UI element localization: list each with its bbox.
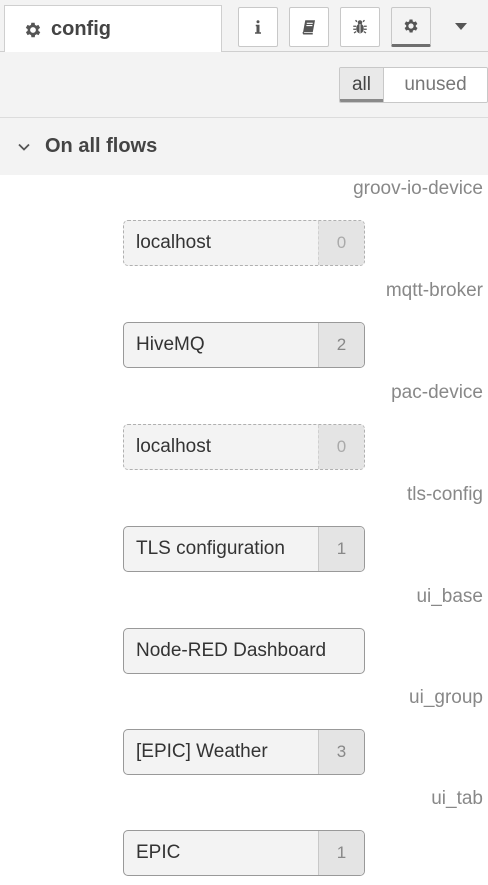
config-type-label: mqtt-broker	[385, 280, 483, 301]
debug-button[interactable]	[340, 7, 380, 47]
config-type-label: pac-device	[391, 382, 483, 403]
config-node[interactable]: localhost 0	[123, 424, 365, 470]
config-node-label: [EPIC] Weather	[136, 741, 268, 762]
config-node[interactable]: EPIC 1	[123, 830, 365, 876]
config-type-label: tls-config	[406, 484, 483, 505]
config-type-label: groov-io-device	[353, 178, 483, 199]
config-node[interactable]: [EPIC] Weather 3	[123, 729, 365, 775]
filter-all-button[interactable]: all	[340, 68, 384, 102]
filter-unused-button[interactable]: unused	[384, 68, 487, 102]
config-type-label: ui_tab	[431, 788, 483, 809]
info-button[interactable]	[238, 7, 278, 47]
filter-bar: all unused	[0, 52, 488, 118]
config-button[interactable]	[391, 7, 431, 47]
caret-down-icon	[455, 23, 467, 30]
config-node-label: TLS configuration	[136, 538, 285, 559]
bug-icon	[353, 19, 367, 34]
filter-toggle: all unused	[339, 67, 488, 103]
config-node-usage-count: 0	[318, 425, 364, 469]
config-node[interactable]: localhost 0	[123, 220, 365, 266]
config-node-usage-count: 2	[318, 323, 364, 367]
config-node-usage-count: 1	[318, 527, 364, 571]
config-node-usage-count: 0	[318, 221, 364, 265]
gear-icon	[404, 19, 418, 33]
gear-icon	[25, 22, 41, 37]
config-type-label: ui_base	[416, 586, 483, 607]
config-node-label: localhost	[136, 436, 211, 457]
section-title: On all flows	[45, 135, 158, 157]
config-node-label: EPIC	[136, 842, 181, 863]
book-icon	[302, 20, 315, 35]
sidebar-tabbar: config	[0, 0, 488, 53]
config-node-label: Node-RED Dashboard	[136, 640, 327, 661]
chevron-down-icon	[18, 143, 30, 151]
tab-config[interactable]: config	[4, 5, 222, 53]
config-node-usage-count: 3	[318, 730, 364, 774]
config-type-label: ui_group	[409, 687, 483, 708]
config-node-label: localhost	[136, 232, 211, 253]
sidebar-menu-button[interactable]	[441, 7, 481, 47]
config-node[interactable]: TLS configuration 1	[123, 526, 365, 572]
tab-config-label: config	[51, 18, 111, 40]
info-icon	[255, 20, 261, 34]
config-node-label: HiveMQ	[136, 334, 205, 355]
config-node-usage-count: 1	[318, 831, 364, 875]
help-button[interactable]	[289, 7, 329, 47]
config-node[interactable]: HiveMQ 2	[123, 322, 365, 368]
section-header-all-flows[interactable]: On all flows	[0, 118, 488, 175]
config-node[interactable]: Node-RED Dashboard	[123, 628, 365, 674]
